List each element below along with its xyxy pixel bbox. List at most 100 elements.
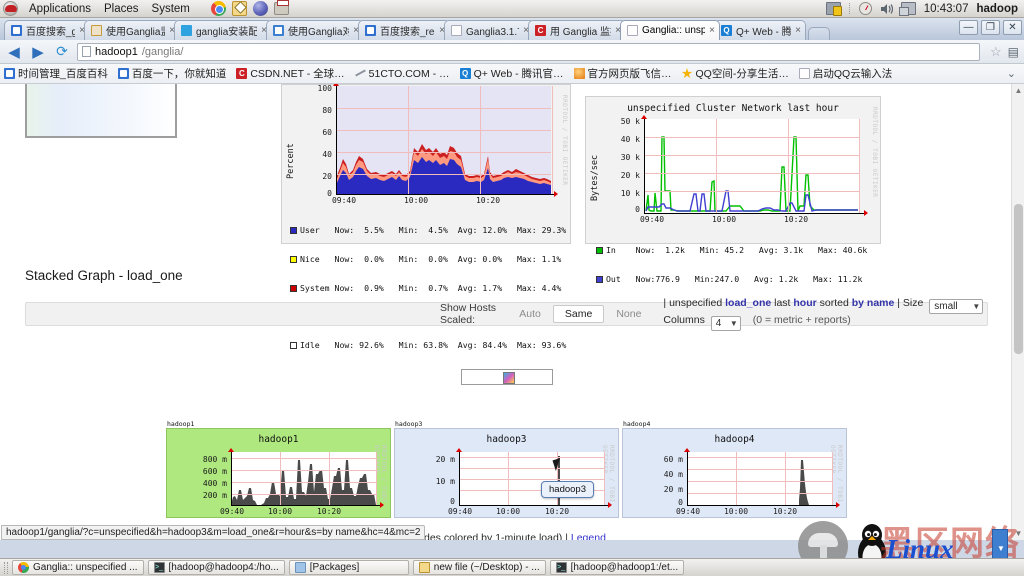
- scale-auto-button[interactable]: Auto: [507, 305, 553, 323]
- chart-cpu-stacked[interactable]: RRDTOOL / TOBI OETIKER Percent 100 80 60…: [281, 84, 571, 350]
- summary-sort-link[interactable]: by name: [852, 297, 895, 309]
- tab-2[interactable]: ganglia安装配 ×: [174, 20, 272, 40]
- legend-name: In: [606, 245, 616, 256]
- volume-icon[interactable]: [880, 3, 893, 15]
- tab-3[interactable]: 使用Ganglia对 ×: [266, 20, 364, 40]
- nodes-note-text: (Nodes colored by 1-minute load) |: [407, 532, 568, 540]
- maximize-button[interactable]: ❐: [981, 20, 1000, 35]
- partial-graph-panel: [25, 84, 177, 138]
- host-card-hadoop1[interactable]: hadoop1 RRDTOOL / TOBI OETIKER 800 m 600…: [166, 428, 391, 518]
- chrome-icon[interactable]: [210, 1, 226, 16]
- close-button[interactable]: ✕: [1003, 20, 1022, 35]
- legend-h-now: Now:: [334, 282, 355, 293]
- taskbar-item-0[interactable]: Ganglia:: unspecified ...: [12, 560, 144, 575]
- host-card-hadoop3[interactable]: hadoop3 RRDTOOL / TOBI OETIKER 20 m 10 m…: [394, 428, 619, 518]
- scale-none-button[interactable]: None: [604, 305, 653, 323]
- size-select[interactable]: small ▼: [929, 299, 984, 314]
- summary-range-link[interactable]: hour: [793, 297, 816, 309]
- legend-h-avg: Avg:: [457, 253, 478, 264]
- taskbar-item-4[interactable]: >_ [hadoop@hadoop1:/et...: [549, 560, 685, 575]
- scroll-up-arrow-icon[interactable]: ▲: [1014, 86, 1023, 95]
- bookmark-label: 时间管理_百度百科: [18, 68, 108, 80]
- tab-6[interactable]: C 用 Ganglia 监控 ×: [528, 20, 626, 40]
- bookmark-3[interactable]: 51CTO.COM - …: [355, 68, 450, 80]
- speedometer-icon[interactable]: [858, 2, 872, 15]
- bookmark-1[interactable]: 百度一下，你就知道: [117, 66, 226, 81]
- scrollbar-thumb[interactable]: [1014, 204, 1023, 354]
- scale-same-button[interactable]: Same: [552, 305, 605, 323]
- gnome-panel-left: Applications Places System: [0, 0, 289, 16]
- panel-clock[interactable]: 10:43:07: [924, 3, 969, 15]
- page-scrollbar[interactable]: ▲ ▼: [1011, 84, 1024, 540]
- tab-close-icon[interactable]: ×: [795, 25, 801, 36]
- host-graph-title-hadoop4: hadoop4: [714, 434, 755, 445]
- columns-select[interactable]: 4 ▼: [710, 316, 741, 331]
- bookmark-7[interactable]: 启动QQ云输入法: [798, 66, 893, 81]
- reload-icon[interactable]: ⟳: [53, 43, 71, 61]
- taskbar-label: [hadoop@hadoop1:/et...: [570, 562, 679, 573]
- qq-icon: Q: [721, 25, 732, 36]
- chart-cpu-plot: [336, 86, 553, 194]
- lock-screen-icon[interactable]: [825, 2, 842, 16]
- text-editor-icon[interactable]: [231, 1, 247, 16]
- legend-name: Out: [606, 273, 621, 284]
- legend-avg: 84.4%: [482, 340, 508, 351]
- tab-4[interactable]: 百度搜索_redh ×: [358, 20, 450, 40]
- bookmark-0[interactable]: 时间管理_百度百科: [4, 66, 108, 81]
- taskbar-grip[interactable]: [4, 561, 8, 574]
- bookmark-5[interactable]: 官方网页版飞信…: [573, 66, 672, 81]
- graph-filter-input[interactable]: [461, 369, 553, 385]
- menu-places[interactable]: Places: [102, 3, 141, 15]
- baidu-icon: [4, 68, 15, 79]
- network-icon[interactable]: [898, 2, 916, 16]
- legend-h-min: Min:: [398, 340, 419, 351]
- globe-icon[interactable]: [252, 1, 268, 16]
- tab-1[interactable]: 使用Ganglia监 ×: [84, 20, 180, 40]
- chart-cluster-network[interactable]: RRDTOOL / TOBI OETIKER unspecified Clust…: [585, 96, 881, 284]
- tab-5[interactable]: Ganglia3.1.7安 ×: [444, 20, 534, 40]
- hadoop4-xaxis-arrow: [836, 502, 840, 508]
- chevron-down-icon[interactable]: ⌄: [1007, 67, 1020, 80]
- url-path: /ganglia/: [141, 45, 184, 58]
- bookmark-6[interactable]: QQ空间-分享生活…: [681, 66, 789, 81]
- forward-arrow-icon[interactable]: ▶: [29, 43, 47, 61]
- taskbar-item-2[interactable]: [Packages]: [288, 560, 409, 575]
- legend-link[interactable]: Legend: [571, 532, 606, 540]
- wrench-icon[interactable]: ▤: [1008, 45, 1019, 59]
- tab-label: 百度搜索_gang: [26, 27, 75, 38]
- panel-username[interactable]: hadoop: [976, 3, 1018, 15]
- chart-net-ytick-0: 0: [635, 205, 640, 214]
- taskbar-item-3[interactable]: new file (~/Desktop) - ...: [412, 560, 546, 575]
- hadoop3-xaxis: [459, 505, 609, 506]
- columns-note: (0 = metric + reports): [752, 314, 851, 326]
- printer-icon[interactable]: [273, 0, 289, 15]
- back-arrow-icon[interactable]: ◀: [5, 43, 23, 61]
- tab-8[interactable]: Q Q+ Web - 腾讯 ×: [714, 20, 806, 40]
- bookmark-4[interactable]: Q Q+ Web - 腾讯官…: [459, 66, 564, 81]
- bookmark-star-icon[interactable]: ☆: [990, 44, 1002, 60]
- menu-applications[interactable]: Applications: [27, 3, 93, 15]
- tab-close-icon[interactable]: ×: [709, 25, 715, 36]
- host-card-hadoop4[interactable]: hadoop4 RRDTOOL / TOBI OETIKER 60 m 40 m…: [622, 428, 847, 518]
- taskbar-label: new file (~/Desktop) - ...: [433, 562, 540, 573]
- tab-7-active[interactable]: Ganglia:: unsp ×: [620, 20, 720, 40]
- hadoop3-yaxis-arrow: [456, 448, 462, 452]
- legend-name: Idle: [300, 340, 320, 351]
- chart-cpu-yaxis: [336, 86, 337, 194]
- new-tab-button[interactable]: [808, 27, 830, 40]
- legend-swatch: [290, 227, 297, 235]
- chrome-icon: [18, 562, 29, 573]
- summary-metric-link[interactable]: load_one: [725, 297, 771, 309]
- tab-label: 使用Ganglia对: [288, 27, 350, 38]
- bookmark-label: QQ空间-分享生活…: [695, 68, 789, 80]
- menu-system[interactable]: System: [150, 3, 192, 15]
- minimize-button[interactable]: —: [959, 20, 978, 35]
- taskbar-item-1[interactable]: >_ [hadoop@hadoop4:/ho...: [147, 560, 285, 575]
- bookmark-2[interactable]: C CSDN.NET - 全球…: [236, 66, 345, 81]
- tab-0[interactable]: 百度搜索_gang ×: [4, 20, 90, 40]
- redhat-logo-icon[interactable]: [3, 1, 18, 16]
- page-icon: [627, 25, 638, 36]
- address-bar[interactable]: hadoop1/ganglia/: [77, 42, 980, 61]
- bookmark-label: 启动QQ云输入法: [812, 68, 893, 80]
- page-info-icon[interactable]: [82, 46, 91, 57]
